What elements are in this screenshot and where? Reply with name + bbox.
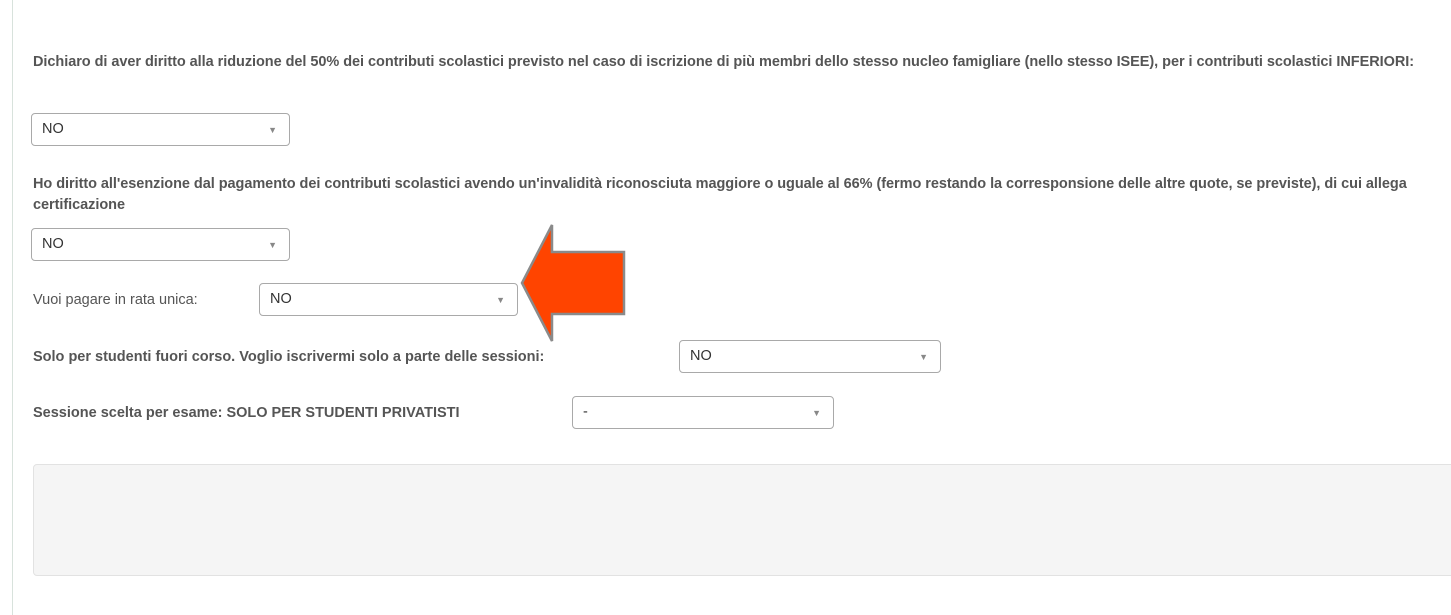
reduction-select-value: NO [42,121,64,137]
exam-session-row: Sessione scelta per esame: SOLO PER STUD… [33,403,460,424]
single-installment-select-value: NO [270,291,292,307]
chevron-down-icon: ▼ [919,352,928,362]
question-reduction-text: Dichiaro di aver diritto alla riduzione … [33,54,1415,70]
exam-session-select-value: - [583,404,588,420]
chevron-down-icon: ▼ [268,125,277,135]
off-course-sessions-select[interactable]: NO ▼ [679,340,941,373]
chevron-down-icon: ▼ [268,240,277,250]
reduction-select[interactable]: NO ▼ [31,113,290,146]
exam-session-label: Sessione scelta per esame: SOLO PER STUD… [33,405,460,421]
arrow-left-icon [520,224,626,342]
exam-session-select[interactable]: - ▼ [572,396,834,429]
off-course-sessions-row: Solo per studenti fuori corso. Voglio is… [33,347,544,368]
single-installment-label: Vuoi pagare in rata unica: [33,292,198,308]
exemption-select-value: NO [42,236,64,252]
chevron-down-icon: ▼ [496,295,505,305]
off-course-sessions-select-value: NO [690,348,712,364]
chevron-down-icon: ▼ [812,408,821,418]
single-installment-select[interactable]: NO ▼ [259,283,518,316]
exemption-select[interactable]: NO ▼ [31,228,290,261]
single-installment-row: Vuoi pagare in rata unica: [33,290,198,311]
page-left-border [12,0,13,615]
question-exemption-text: Ho diritto all'esenzione dal pagamento d… [33,176,1407,213]
off-course-sessions-label: Solo per studenti fuori corso. Voglio is… [33,349,545,365]
info-panel [33,464,1451,576]
